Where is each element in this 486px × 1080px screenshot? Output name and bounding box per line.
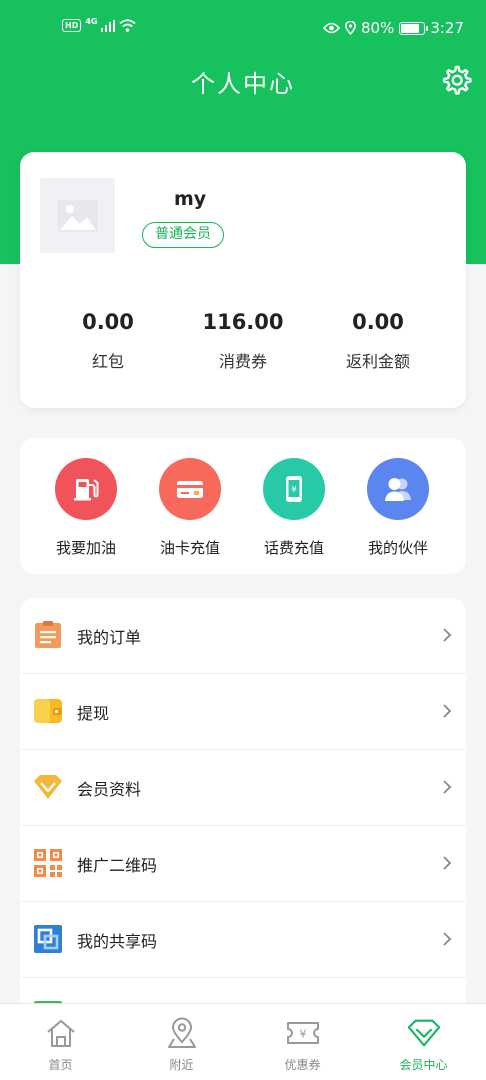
tab-icon-wrap <box>165 1016 199 1050</box>
tab-coupons[interactable]: ¥ 优惠券 <box>242 1004 363 1080</box>
menu-item-label: 会员资料 <box>77 780 142 799</box>
order-icon <box>35 621 61 648</box>
stat-label: 消费券 <box>218 352 267 371</box>
menu-item-orders[interactable]: 我的订单 <box>20 598 466 674</box>
member-center-icon <box>407 1019 440 1047</box>
stat-label: 返利金额 <box>345 352 410 371</box>
quick-action-label: 我要加油 <box>55 539 116 557</box>
stat-value: 116.00 <box>202 310 284 334</box>
quick-action-circle: ¥ <box>263 458 325 520</box>
stat-rebate[interactable]: 0.00 返利金额 <box>308 310 448 372</box>
chevron-right-icon <box>443 780 452 794</box>
tab-label: 优惠券 <box>284 1058 321 1072</box>
stat-coupon[interactable]: 116.00 消费券 <box>173 310 313 372</box>
menu-item-withdraw[interactable]: 提现 <box>20 674 466 750</box>
menu-item-label: 我的共享码 <box>77 932 158 951</box>
profile-card: my 普通会员 0.00 红包 116.00 消费券 0.00 返利金额 <box>20 152 466 408</box>
quick-action-circle <box>55 458 117 520</box>
image-placeholder-icon <box>57 199 98 232</box>
svg-text:¥: ¥ <box>299 1028 306 1041</box>
menu-item-promo-qrcode[interactable]: 推广二维码 <box>20 826 466 902</box>
gear-icon <box>442 65 472 95</box>
status-left: HD 4G <box>62 17 137 32</box>
chevron-right-icon <box>443 628 452 642</box>
quick-action-partners[interactable]: 我的伙伴 <box>346 458 450 558</box>
fuel-pump-icon <box>74 479 99 501</box>
tab-icon-wrap <box>407 1016 441 1050</box>
phone-recharge-icon: ¥ <box>286 476 302 502</box>
stat-red-packet[interactable]: 0.00 红包 <box>38 310 178 372</box>
menu-item-icon-wrap <box>32 695 64 727</box>
quick-action-phone-recharge[interactable]: ¥ 话费充值 <box>242 458 346 558</box>
tab-icon-wrap: ¥ <box>286 1016 320 1050</box>
home-icon <box>46 1020 75 1047</box>
settings-button[interactable] <box>440 64 472 96</box>
quick-action-label: 话费充值 <box>263 539 324 557</box>
wifi-icon <box>119 19 137 32</box>
signal-icon <box>101 19 116 32</box>
qrcode-icon <box>34 849 62 877</box>
partners-icon <box>385 478 411 501</box>
location-status-icon <box>344 21 356 35</box>
stat-value: 0.00 <box>352 310 404 334</box>
quick-action-circle <box>367 458 429 520</box>
menu-item-member-info[interactable]: 会员资料 <box>20 750 466 826</box>
menu-item-icon-wrap <box>32 923 64 955</box>
wallet-icon <box>34 699 62 723</box>
tab-label: 附近 <box>169 1058 194 1072</box>
svg-text:¥: ¥ <box>291 485 297 495</box>
quick-action-label: 油卡充值 <box>159 539 220 557</box>
avatar[interactable] <box>40 178 115 253</box>
battery-fill <box>401 23 419 33</box>
quick-action-label: 我的伙伴 <box>367 539 428 557</box>
menu-item-icon-wrap <box>32 619 64 651</box>
stat-label: 红包 <box>91 352 124 371</box>
menu-item-icon-wrap <box>32 847 64 879</box>
tab-label: 会员中心 <box>399 1058 448 1072</box>
tab-label: 首页 <box>48 1058 73 1072</box>
tab-home[interactable]: 首页 <box>0 1004 121 1080</box>
chevron-right-icon <box>443 932 452 946</box>
username: my <box>174 188 207 210</box>
battery-percent: 80% <box>360 19 395 37</box>
network-type: 4G <box>85 17 98 26</box>
battery-icon <box>399 21 429 35</box>
status-bar: HD 4G 80% 3:27 <box>0 0 486 58</box>
menu-list: 我的订单 提现 会员资料 推广二维码 我的共享码 <box>20 598 466 1028</box>
menu-item-label: 提现 <box>77 704 110 723</box>
tab-member-center[interactable]: 会员中心 <box>363 1004 484 1080</box>
coupon-icon: ¥ <box>286 1022 319 1044</box>
quick-action-circle <box>159 458 221 520</box>
quick-action-refuel[interactable]: 我要加油 <box>34 458 138 558</box>
menu-item-share-code[interactable]: 我的共享码 <box>20 902 466 978</box>
menu-item-label: 推广二维码 <box>77 856 158 875</box>
member-level-badge: 普通会员 <box>142 222 224 248</box>
menu-item-icon-wrap <box>32 771 64 803</box>
card-icon <box>177 481 203 498</box>
page-title: 个人中心 <box>191 70 295 98</box>
quick-actions-card: 我要加油 油卡充值 ¥ 话费充值 我的伙伴 <box>20 438 466 574</box>
status-right: 80% 3:27 <box>322 19 464 37</box>
location-icon <box>167 1017 196 1048</box>
chevron-right-icon <box>443 704 452 718</box>
tab-icon-wrap <box>44 1016 78 1050</box>
eye-icon <box>322 22 340 34</box>
stat-value: 0.00 <box>82 310 134 334</box>
hd-badge: HD <box>62 19 82 32</box>
chevron-right-icon <box>443 856 452 870</box>
menu-item-label: 我的订单 <box>77 628 142 647</box>
quick-action-oil-card[interactable]: 油卡充值 <box>138 458 242 558</box>
status-time: 3:27 <box>430 19 464 37</box>
diamond-icon <box>34 775 62 799</box>
bottom-tabbar: 首页 附近 ¥ 优惠券 会员中心 <box>0 1003 486 1080</box>
share-code-icon <box>34 925 62 953</box>
tab-nearby[interactable]: 附近 <box>121 1004 242 1080</box>
